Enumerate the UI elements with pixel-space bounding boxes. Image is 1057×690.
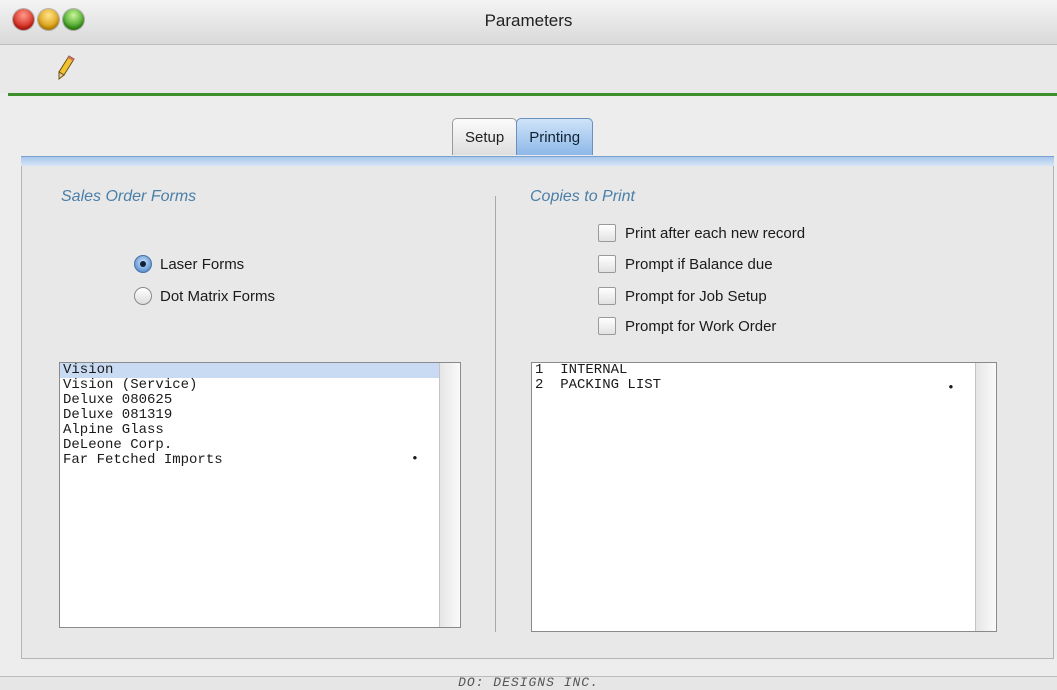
list-item[interactable]: DeLeone Corp. — [60, 438, 460, 453]
marker-dot: • — [411, 451, 419, 466]
print-after-record-checkbox[interactable] — [598, 224, 616, 242]
window-title: Parameters — [484, 11, 573, 30]
pencil-icon[interactable] — [56, 55, 76, 81]
list-item[interactable]: Vision (Service) — [60, 378, 460, 393]
sales-order-forms-title: Sales Order Forms — [61, 188, 197, 205]
laser-forms-radio[interactable] — [134, 255, 152, 273]
list-item[interactable]: Alpine Glass — [60, 423, 460, 438]
prompt-job-setup-row[interactable]: Prompt for Job Setup — [598, 287, 767, 305]
print-after-record-label: Print after each new record — [625, 224, 806, 242]
marker-dot: • — [947, 380, 955, 395]
prompt-job-setup-checkbox[interactable] — [598, 287, 616, 305]
prompt-work-order-row[interactable]: Prompt for Work Order — [598, 317, 776, 335]
copies-list[interactable]: 1 INTERNAL 2 PACKING LIST • — [531, 362, 997, 632]
title-bar: Parameters — [0, 0, 1057, 45]
toolbar — [0, 45, 1057, 93]
tab-printing[interactable]: Printing — [516, 118, 594, 155]
prompt-work-order-checkbox[interactable] — [598, 317, 616, 335]
print-after-record-row[interactable]: Print after each new record — [598, 224, 805, 242]
tab-strip — [21, 156, 1054, 166]
laser-forms-radio-row[interactable]: Laser Forms — [134, 255, 244, 273]
prompt-balance-due-checkbox[interactable] — [598, 255, 616, 273]
prompt-balance-due-row[interactable]: Prompt if Balance due — [598, 255, 773, 273]
list-item[interactable]: Deluxe 080625 — [60, 393, 460, 408]
status-text: DO: DESIGNS INC. — [458, 675, 599, 690]
dot-matrix-forms-label: Dot Matrix Forms — [160, 287, 276, 305]
column-divider — [495, 196, 496, 632]
prompt-work-order-label: Prompt for Work Order — [625, 317, 777, 335]
toolbar-divider — [8, 93, 1057, 96]
prompt-balance-due-label: Prompt if Balance due — [625, 255, 773, 273]
copies-to-print-title: Copies to Print — [530, 188, 635, 205]
tab-bar: Setup Printing — [452, 118, 594, 156]
list-item[interactable]: Deluxe 081319 — [60, 408, 460, 423]
status-bar: DO: DESIGNS INC. — [0, 675, 1057, 690]
list-scrollbar[interactable] — [439, 363, 460, 627]
dot-matrix-forms-radio[interactable] — [134, 287, 152, 305]
laser-forms-label: Laser Forms — [160, 255, 245, 273]
list-item[interactable]: 1 INTERNAL — [532, 363, 996, 378]
dot-matrix-forms-radio-row[interactable]: Dot Matrix Forms — [134, 287, 275, 305]
printing-panel: Sales Order Forms Laser Forms Dot Matrix… — [21, 166, 1054, 659]
prompt-job-setup-label: Prompt for Job Setup — [625, 287, 767, 305]
tab-setup[interactable]: Setup — [452, 118, 518, 155]
list-item[interactable]: Far Fetched Imports — [60, 453, 460, 468]
sales-order-forms-list[interactable]: Vision Vision (Service) Deluxe 080625 De… — [59, 362, 461, 628]
list-scrollbar[interactable] — [975, 363, 996, 631]
list-item[interactable]: Vision — [60, 363, 460, 378]
list-item[interactable]: 2 PACKING LIST — [532, 378, 996, 393]
